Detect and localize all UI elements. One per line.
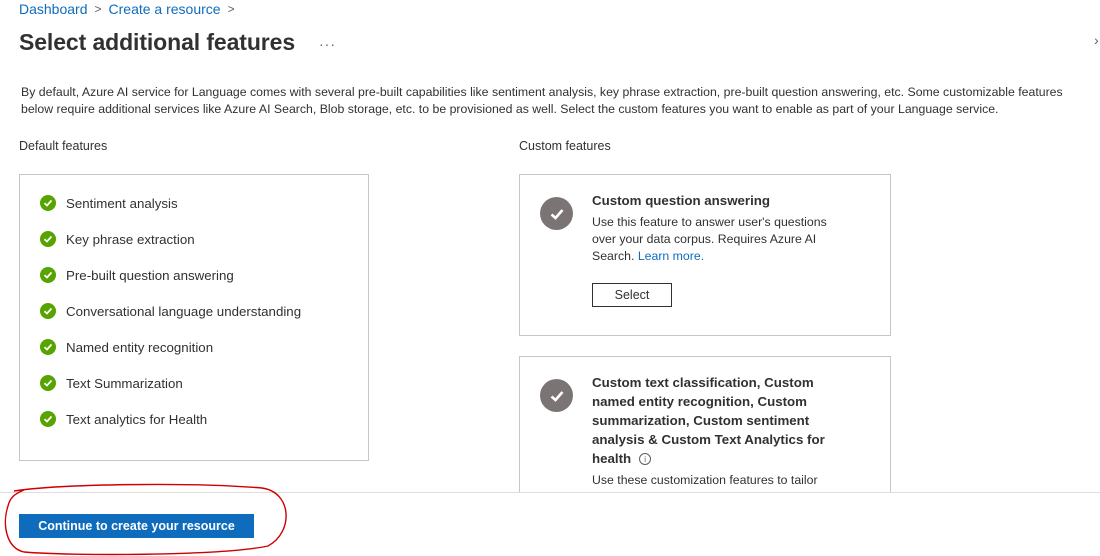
more-options-icon[interactable]: ··· (319, 36, 336, 52)
custom-text-features-card: Custom text classification, Custom named… (519, 356, 891, 496)
check-circle-icon (540, 197, 573, 230)
feature-item: Conversational language understanding (40, 303, 301, 319)
feature-label: Pre-built question answering (66, 267, 234, 283)
check-circle-icon (40, 303, 56, 319)
page-title: Select additional features (19, 29, 296, 55)
feature-item: Pre-built question answering (40, 267, 234, 283)
custom-features-label: Custom features (519, 139, 611, 153)
check-circle-icon (40, 195, 56, 211)
breadcrumb: Dashboard > Create a resource > (19, 1, 242, 17)
feature-item: Text Summarization (40, 375, 183, 391)
card-title: Custom question answering (592, 193, 771, 208)
footer-bar: Continue to create your resource (0, 492, 1100, 556)
card-title-text: Custom text classification, Custom named… (592, 375, 825, 466)
feature-label: Conversational language understanding (66, 303, 302, 319)
continue-create-resource-button[interactable]: Continue to create your resource (19, 514, 254, 538)
feature-label: Sentiment analysis (66, 195, 178, 211)
feature-item: Key phrase extraction (40, 231, 195, 247)
learn-more-link[interactable]: Learn more. (638, 249, 704, 263)
feature-label: Named entity recognition (66, 339, 214, 355)
card-description: Use these customization features to tail… (592, 473, 818, 487)
check-circle-icon (40, 267, 56, 283)
breadcrumb-create-resource-link[interactable]: Create a resource (109, 1, 221, 17)
chevron-right-icon[interactable]: › (1094, 32, 1099, 48)
feature-item: Text analytics for Health (40, 411, 207, 427)
feature-item: Sentiment analysis (40, 195, 178, 211)
default-features-panel: Sentiment analysis Key phrase extraction… (19, 174, 369, 461)
intro-description: By default, Azure AI service for Languag… (21, 85, 1063, 116)
card-description: Use this feature to answer user's questi… (592, 214, 852, 265)
feature-item: Named entity recognition (40, 339, 213, 355)
breadcrumb-chevron-icon: > (227, 2, 235, 16)
info-icon[interactable]: i (639, 453, 652, 466)
card-description-text: Use this feature to answer user's questi… (592, 215, 827, 263)
check-circle-icon (40, 231, 56, 247)
breadcrumb-dashboard-link[interactable]: Dashboard (19, 1, 88, 17)
feature-label: Text Summarization (66, 375, 183, 391)
check-circle-icon (40, 339, 56, 355)
custom-question-answering-card: Custom question answering Use this featu… (519, 174, 891, 336)
default-features-label: Default features (19, 139, 108, 153)
check-circle-icon (40, 375, 56, 391)
check-circle-icon (540, 379, 573, 412)
select-button[interactable]: Select (592, 283, 672, 307)
breadcrumb-chevron-icon: > (94, 2, 102, 16)
feature-label: Text analytics for Health (66, 411, 208, 427)
check-circle-icon (40, 411, 56, 427)
card-title: Custom text classification, Custom named… (592, 373, 832, 468)
feature-label: Key phrase extraction (66, 231, 195, 247)
